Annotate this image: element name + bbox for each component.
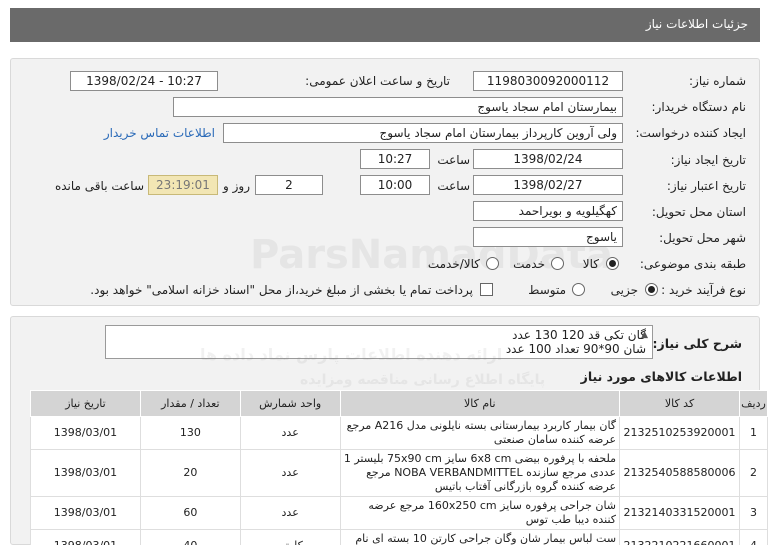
buyer-field: بیمارستان امام سجاد یاسوج xyxy=(173,97,623,117)
created-date-field: 1398/02/24 xyxy=(473,149,623,169)
category-label: طبقه بندی موضوعی: xyxy=(639,257,746,271)
category-radio-goods-service[interactable] xyxy=(486,257,499,270)
goods-table-header: ردیف کد کالا نام کالا واحد شمارش تعداد /… xyxy=(30,390,768,417)
goods-unit: عدد xyxy=(239,496,341,530)
province-field: کهگیلویه و بویراحمد xyxy=(473,201,623,221)
goods-code: 2132140331520001 xyxy=(619,496,741,530)
goods-qty: 60 xyxy=(139,496,241,530)
row-index: 2 xyxy=(739,449,768,497)
goods-unit: کارتن xyxy=(239,529,341,545)
category-radio-service[interactable] xyxy=(551,257,564,270)
goods-name: ملحفه با پرفوره بیضی 6x8 cm سایز 75x90 c… xyxy=(339,449,621,497)
table-row: 2 2132540588580006 ملحفه با پرفوره بیضی … xyxy=(30,449,768,497)
goods-qty: 130 xyxy=(139,416,241,450)
days-field: 2 xyxy=(255,175,323,195)
goods-unit: عدد xyxy=(239,449,341,497)
created-date-label: تاریخ ایجاد نیاز: xyxy=(670,153,746,167)
remaining-time-field: 23:19:01 xyxy=(148,175,218,195)
goods-qty: 40 xyxy=(139,529,241,545)
summary-label: شرح کلی نیاز: xyxy=(652,336,742,351)
treasury-payment-note: پرداخت تمام یا بخشی از مبلغ خرید،از محل … xyxy=(90,283,473,297)
process-option-medium: متوسط xyxy=(528,283,566,297)
category-option-goods: کالا xyxy=(582,257,599,271)
validity-date-label: تاریخ اعتبار نیاز: xyxy=(666,179,746,193)
created-time-label: ساعت xyxy=(437,153,470,167)
category-radio-goods[interactable] xyxy=(606,257,619,270)
summary-line-2: شان 90*90 تعداد 100 عدد xyxy=(505,342,646,356)
col-header-name: نام کالا xyxy=(339,390,621,417)
days-label: روز و xyxy=(223,179,250,193)
goods-unit: عدد xyxy=(239,416,341,450)
city-field: یاسوج xyxy=(473,227,623,247)
category-option-goods-service: کالا/خدمت xyxy=(427,257,480,271)
col-header-qty: تعداد / مقدار xyxy=(139,390,241,417)
creator-label: ایجاد کننده درخواست: xyxy=(635,126,746,140)
treasury-payment-checkbox[interactable] xyxy=(480,283,493,296)
table-row: 4 2132210221660001 ست لباس بیمار شان وگا… xyxy=(30,529,768,545)
process-label: نوع فرآیند خرید : xyxy=(661,283,746,297)
goods-name: ست لباس بیمار شان وگان جراحی کارتن 10 بس… xyxy=(339,529,621,545)
category-option-service: خدمت xyxy=(513,257,545,271)
summary-textarea[interactable]: گان تکی قد 120 130 عدد شان 90*90 تعداد 1… xyxy=(105,325,653,359)
table-row: 3 2132140331520001 شان جراحی پرفوره سایز… xyxy=(30,496,768,530)
goods-name: شان جراحی پرفوره سایز 160x250 cm مرجع عر… xyxy=(339,496,621,530)
validity-date-field: 1398/02/27 xyxy=(473,175,623,195)
table-row: 1 2132510253920001 گان بیمار کاربرد بیما… xyxy=(30,416,768,450)
goods-code: 2132510253920001 xyxy=(619,416,741,450)
goods-section-title: اطلاعات کالاهای مورد نیاز xyxy=(580,369,742,384)
goods-date: 1398/03/01 xyxy=(30,449,141,497)
goods-code: 2132540588580006 xyxy=(619,449,741,497)
need-number-label: شماره نیاز: xyxy=(689,74,746,88)
goods-code: 2132210221660001 xyxy=(619,529,741,545)
validity-time-label: ساعت xyxy=(437,179,470,193)
announce-label: تاریخ و ساعت اعلان عمومی: xyxy=(305,74,450,88)
city-label: شهر محل تحویل: xyxy=(659,231,746,245)
row-index: 4 xyxy=(739,529,768,545)
province-label: استان محل تحویل: xyxy=(651,205,746,219)
need-number-field: 1198030092000112 xyxy=(473,71,623,91)
goods-table: ردیف کد کالا نام کالا واحد شمارش تعداد /… xyxy=(30,390,768,545)
process-radio-medium[interactable] xyxy=(572,283,585,296)
goods-date: 1398/03/01 xyxy=(30,529,141,545)
col-header-code: کد کالا xyxy=(619,390,741,417)
buyer-label: نام دستگاه خریدار: xyxy=(651,100,747,114)
row-index: 1 xyxy=(739,416,768,450)
row-index: 3 xyxy=(739,496,768,530)
summary-line-1: گان تکی قد 120 130 عدد xyxy=(512,328,646,342)
page-title: جزئیات اطلاعات نیاز xyxy=(10,8,760,42)
process-radio-minor[interactable] xyxy=(645,283,658,296)
creator-field: ولی آروین کارپرداز بیمارستان امام سجاد ی… xyxy=(223,123,623,143)
remaining-label: ساعت باقی مانده xyxy=(54,179,144,193)
goods-qty: 20 xyxy=(139,449,241,497)
created-time-field: 10:27 xyxy=(360,149,430,169)
col-header-unit: واحد شمارش xyxy=(239,390,341,417)
buyer-contact-link[interactable]: اطلاعات تماس خریدار xyxy=(104,126,215,140)
announce-datetime-field: 1398/02/24 - 10:27 xyxy=(70,71,218,91)
col-header-date: تاریخ نیاز xyxy=(30,390,141,417)
validity-time-field: 10:00 xyxy=(360,175,430,195)
process-option-minor: جزیی xyxy=(610,283,638,297)
goods-date: 1398/03/01 xyxy=(30,416,141,450)
col-header-row: ردیف xyxy=(739,390,768,417)
goods-name: گان بیمار کاربرد بیمارستانی بسته نایلونی… xyxy=(339,416,621,450)
goods-date: 1398/03/01 xyxy=(30,496,141,530)
scroll-up-icon[interactable]: ▲ xyxy=(641,328,648,342)
